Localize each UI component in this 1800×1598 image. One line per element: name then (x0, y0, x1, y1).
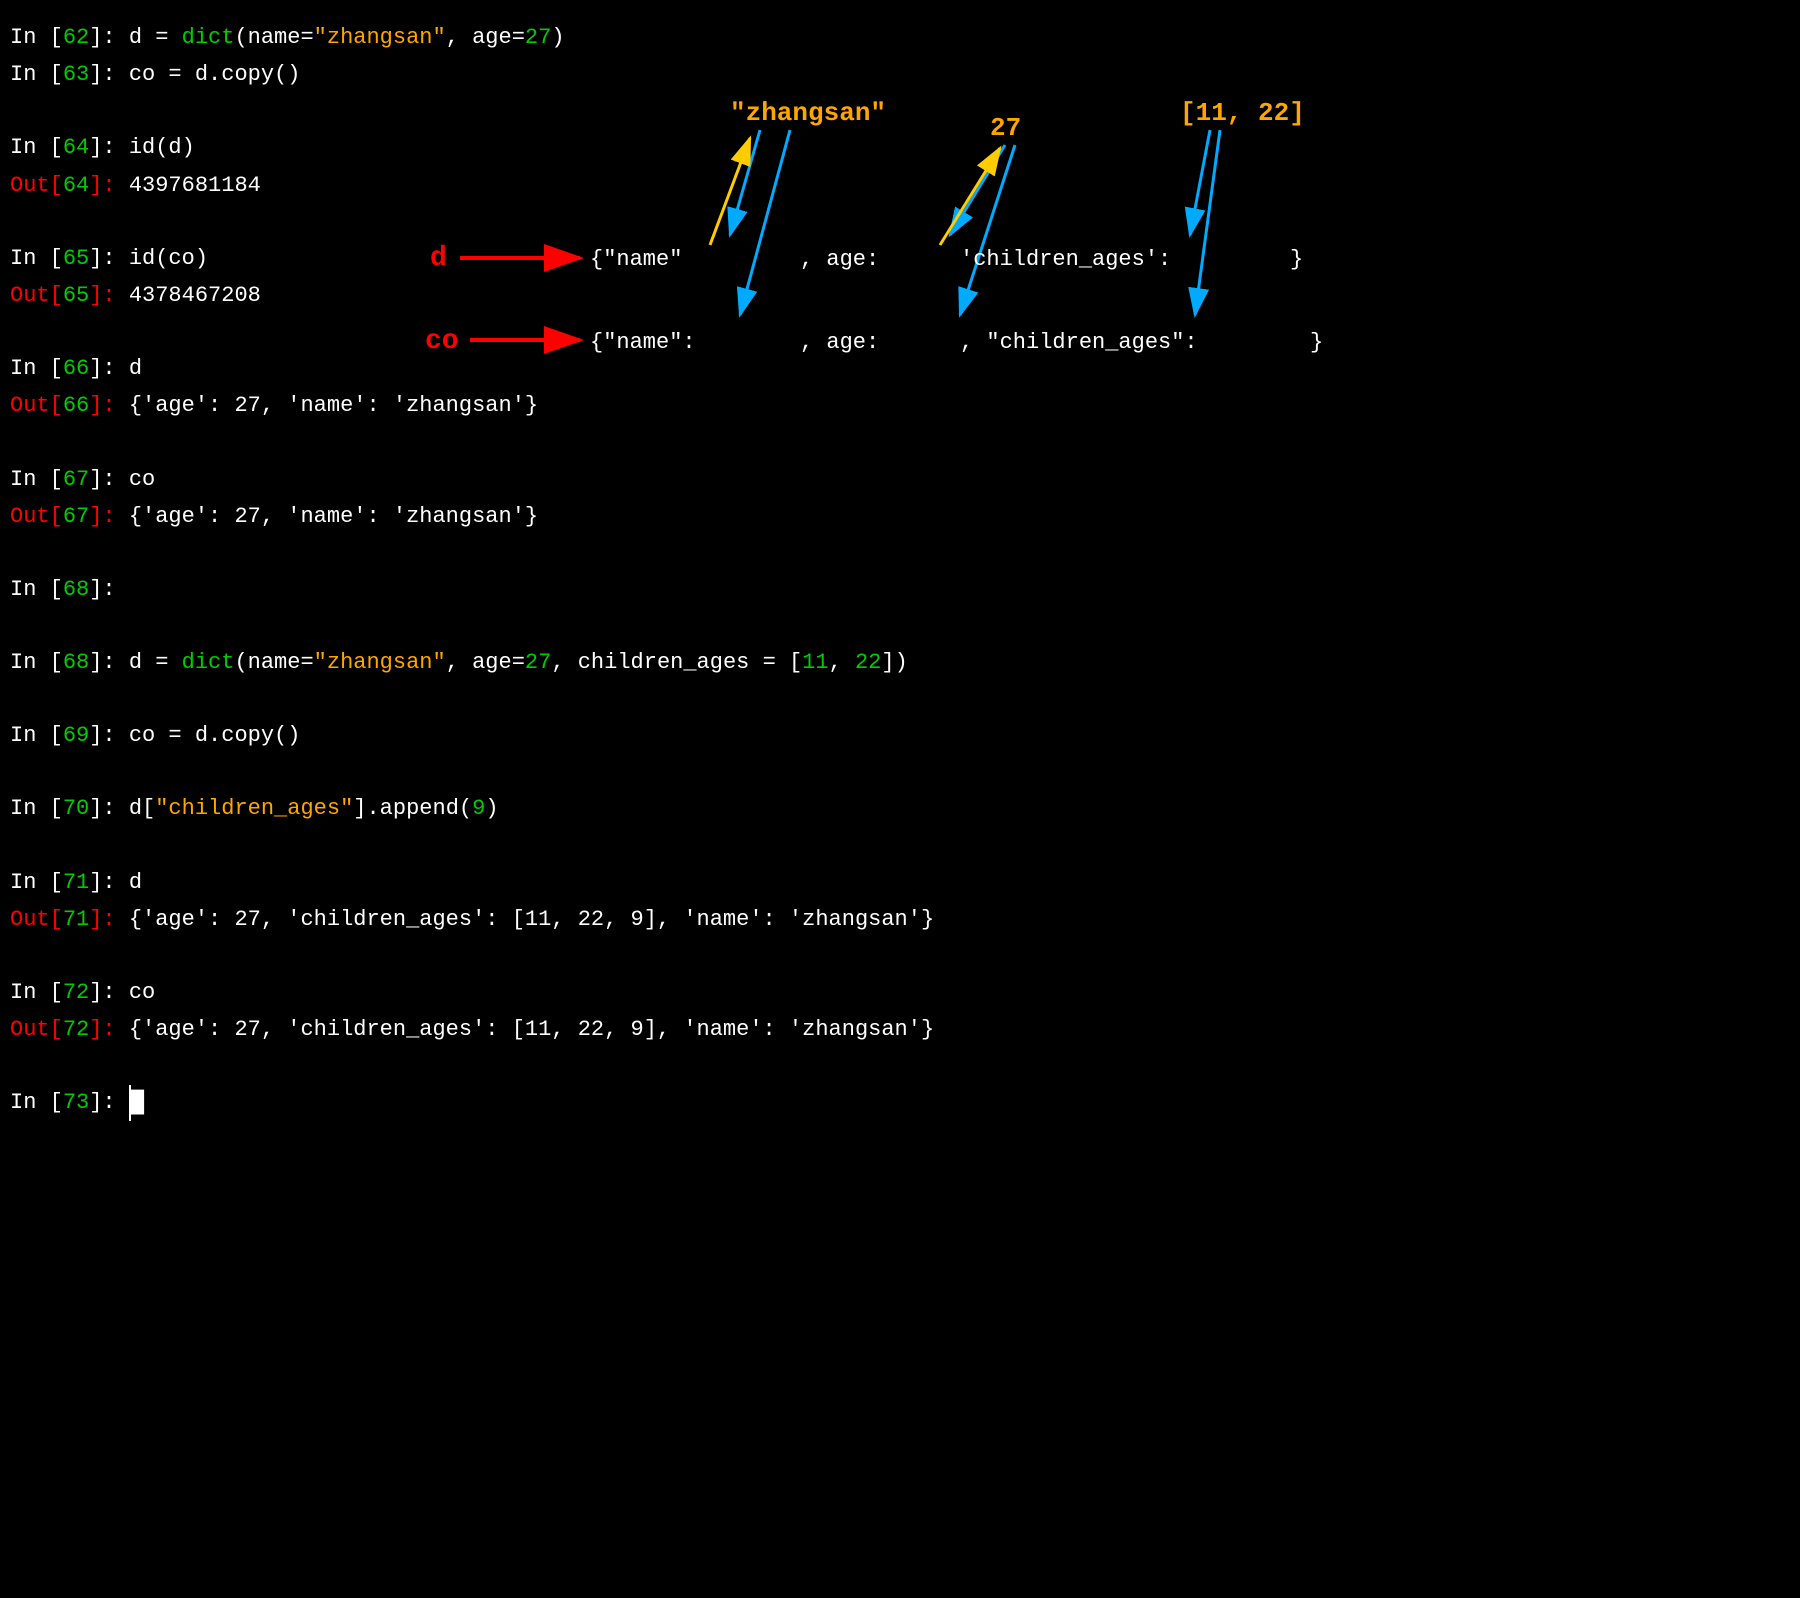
notebook-content: In [62]: d = dict(name="zhangsan", age=2… (10, 20, 1790, 1121)
line-in68-empty: In [68]: (10, 572, 1790, 607)
line-in62: In [62]: d = dict(name="zhangsan", age=2… (10, 20, 1790, 55)
line-out67: Out[67]: {'age': 27, 'name': 'zhangsan'} (10, 499, 1790, 534)
line-in73: In [73]: █ (10, 1085, 1790, 1120)
line-out72: Out[72]: {'age': 27, 'children_ages': [1… (10, 1012, 1790, 1047)
line-in65: In [65]: id(co) (10, 241, 1790, 276)
line-in69: In [69]: co = d.copy() (10, 718, 1790, 753)
line-out64: Out[64]: 4397681184 (10, 168, 1790, 203)
line-in72: In [72]: co (10, 975, 1790, 1010)
line-in67: In [67]: co (10, 462, 1790, 497)
line-in71: In [71]: d (10, 865, 1790, 900)
line-out66: Out[66]: {'age': 27, 'name': 'zhangsan'} (10, 388, 1790, 423)
line-in63: In [63]: co = d.copy() (10, 57, 1790, 92)
line-in64: In [64]: id(d) (10, 130, 1790, 165)
line-in66: In [66]: d (10, 351, 1790, 386)
line-in68: In [68]: d = dict(name="zhangsan", age=2… (10, 645, 1790, 680)
line-out71: Out[71]: {'age': 27, 'children_ages': [1… (10, 902, 1790, 937)
line-out65: Out[65]: 4378467208 (10, 278, 1790, 313)
line-in70: In [70]: d["children_ages"].append(9) (10, 791, 1790, 826)
